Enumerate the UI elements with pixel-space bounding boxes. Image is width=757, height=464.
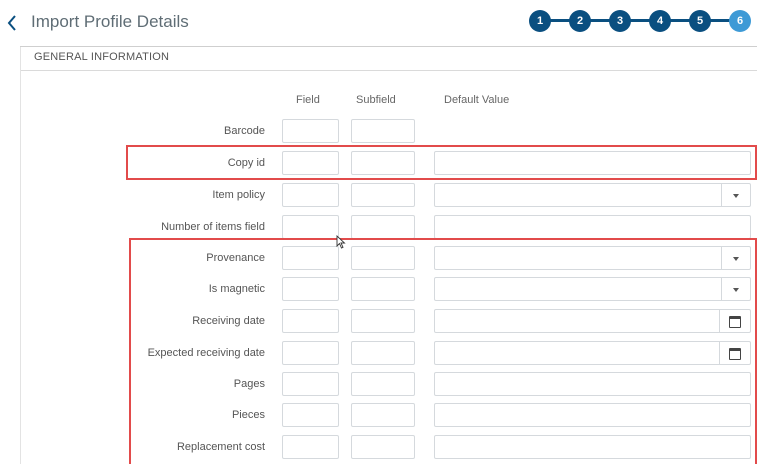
section-divider <box>21 70 757 71</box>
barcode-subfield-input[interactable] <box>351 119 415 143</box>
number-of-items-subfield-input[interactable] <box>351 215 415 239</box>
page-title: Import Profile Details <box>31 12 189 31</box>
item-policy-dropdown-button[interactable] <box>721 184 750 206</box>
step-2[interactable]: 2 <box>569 10 591 32</box>
barcode-field-input[interactable] <box>282 119 339 143</box>
header-bar: Import Profile Details 1 2 3 4 5 6 <box>0 0 757 46</box>
section-title: GENERAL INFORMATION <box>34 51 170 63</box>
column-header-subfield: Subfield <box>356 94 396 106</box>
caret-down-icon <box>733 194 739 198</box>
copy-id-highlight-box <box>126 145 757 180</box>
step-progress: 1 2 3 4 5 6 <box>529 10 751 32</box>
fields-highlight-box <box>129 238 757 464</box>
column-header-default-value: Default Value <box>444 94 510 106</box>
item-policy-default-select[interactable] <box>434 183 751 207</box>
chevron-left-icon[interactable] <box>6 13 20 33</box>
step-3[interactable]: 3 <box>609 10 631 32</box>
step-4[interactable]: 4 <box>649 10 671 32</box>
item-policy-label: Item policy <box>212 189 265 201</box>
barcode-label: Barcode <box>224 125 265 137</box>
step-5[interactable]: 5 <box>689 10 711 32</box>
number-of-items-default-input[interactable] <box>434 215 751 239</box>
number-of-items-label: Number of items field <box>161 221 265 233</box>
step-1[interactable]: 1 <box>529 10 551 32</box>
mouse-cursor-icon <box>336 234 346 249</box>
number-of-items-field-input[interactable] <box>282 215 339 239</box>
column-header-field: Field <box>296 94 320 106</box>
item-policy-subfield-input[interactable] <box>351 183 415 207</box>
step-6[interactable]: 6 <box>729 10 751 32</box>
item-policy-field-input[interactable] <box>282 183 339 207</box>
